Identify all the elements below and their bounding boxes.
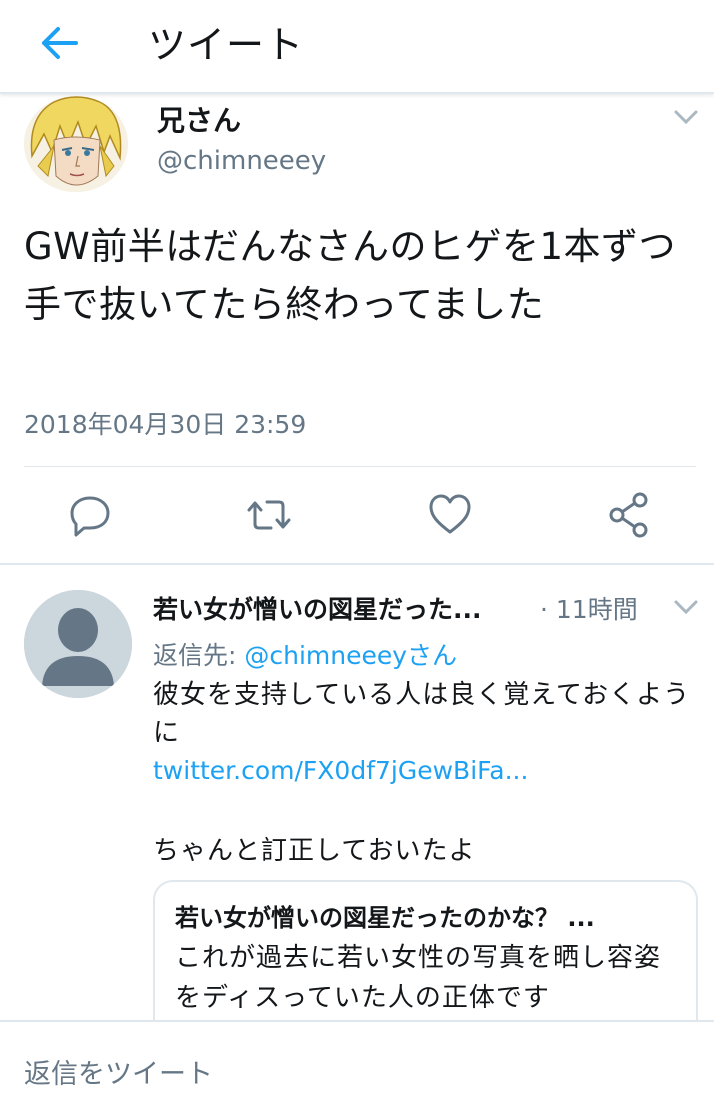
reply-author-avatar[interactable] [24,590,132,698]
tweet-timestamp[interactable]: 2018年04月30日 23:59 [24,405,306,441]
quoted-tweet-author: 若い女が憎いの図星だったのかな？ ... [175,904,595,932]
section-divider [0,563,714,565]
top-app-bar: ツイート [0,0,714,94]
quoted-tweet-text: これが過去に若い女性の写真を晒し容姿をディスっていた人の正体です [175,943,662,1013]
reply-text: 彼女を支持している人は良く覚えておくように [153,680,691,748]
reply-to-line: 返信先: @chimneeeyさん [153,636,457,672]
reply-to-mention[interactable]: @chimneeeyさん [244,641,457,670]
like-icon[interactable] [428,490,472,540]
reply-icon[interactable] [68,490,112,540]
compose-bar: 返信をツイート [0,1020,714,1104]
reply-text-second: ちゃんと訂正しておいたよ [153,836,476,866]
author-name[interactable]: 兄さん [157,99,241,139]
page-title: ツイート [148,23,305,67]
reply-compose-input[interactable]: 返信をツイート [24,1052,213,1091]
reply-to-label: 返信先: [153,641,237,670]
chevron-down-icon[interactable] [673,598,699,616]
divider [24,466,696,467]
back-arrow-icon[interactable] [36,20,82,66]
tweet-actions [0,490,714,542]
author-avatar[interactable] [24,96,128,192]
author-handle[interactable]: @chimneeey [157,146,326,176]
reply-time[interactable]: · 11時間 [540,590,638,626]
share-icon[interactable] [607,490,651,540]
retweet-icon[interactable] [247,490,291,540]
reply-link[interactable]: twitter.com/FX0df7jGewBiFa... [153,756,528,785]
chevron-down-icon[interactable] [673,108,699,126]
tweet-text: GW前半はだんなさんのヒゲを1本ずつ手で抜いてたら終わってました [24,225,677,326]
reply-author-name[interactable]: 若い女が憎いの図星だった... [153,590,538,626]
